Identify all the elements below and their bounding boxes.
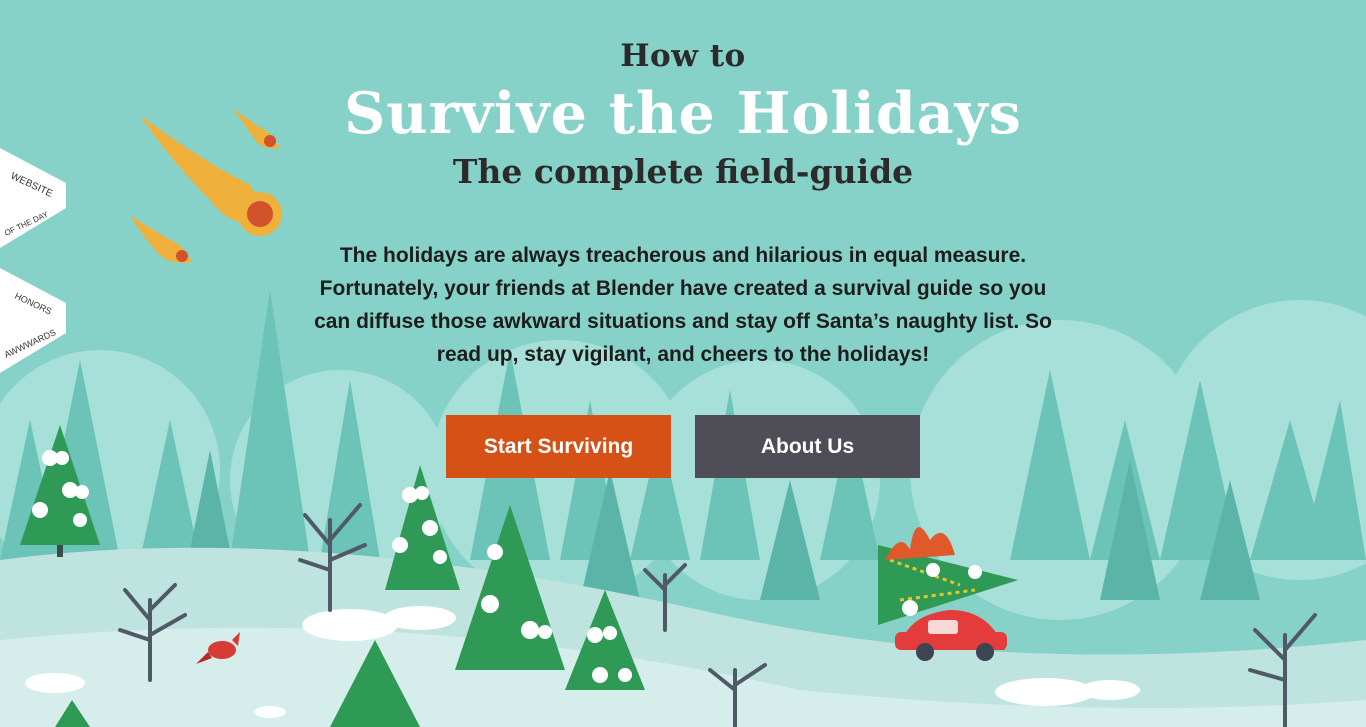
hero-intro-text: The holidays are always treacherous and … [314,244,1052,366]
hero-section: How to Survive the Holidays The complete… [0,0,1366,727]
hero-kicker: How to [620,38,746,74]
hero-subtitle: The complete field-guide [452,152,914,191]
hero-title: Survive the Holidays [344,80,1022,147]
about-us-button[interactable]: About Us [695,415,920,478]
start-surviving-button[interactable]: Start Surviving [446,415,671,478]
